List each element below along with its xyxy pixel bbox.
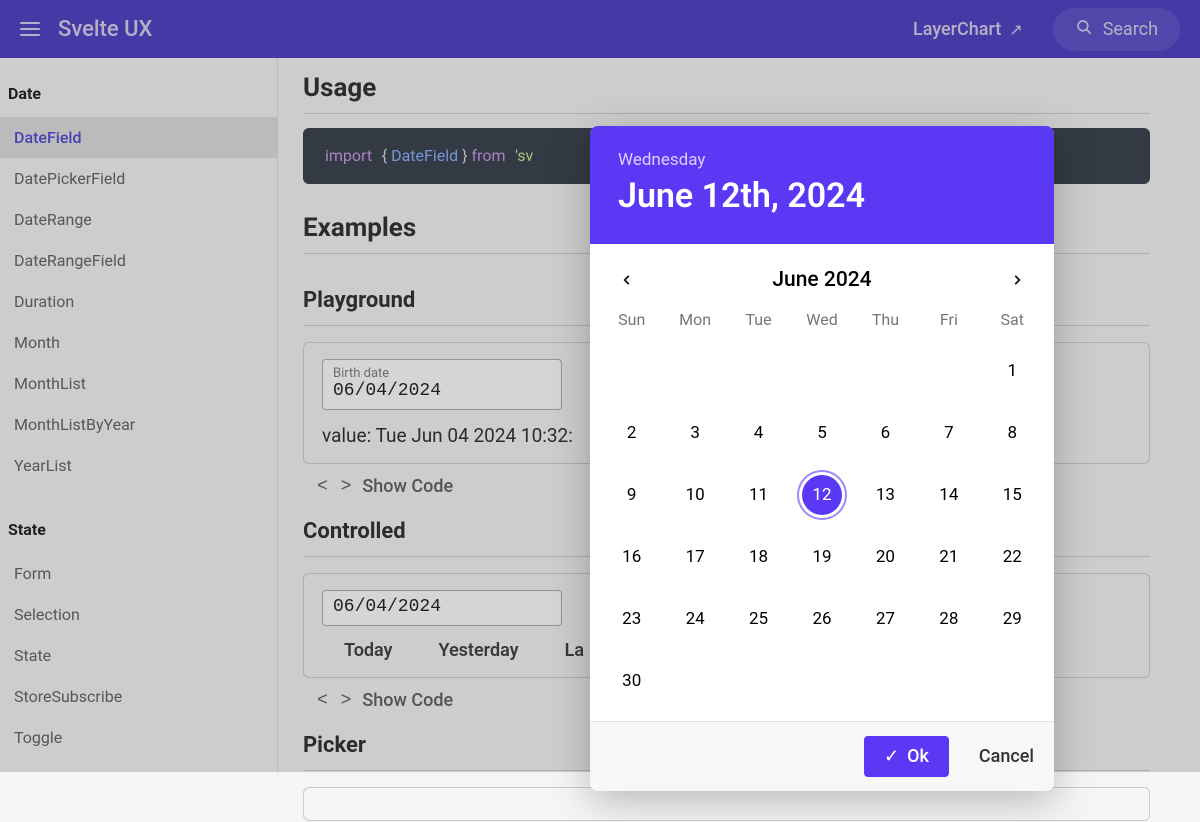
dp-day[interactable]: 7 [917,413,980,453]
dp-day[interactable]: 5 [790,413,853,453]
dp-dow: Wed [790,310,853,329]
ok-button[interactable]: ✓ Ok [864,736,949,777]
dp-day-empty [854,661,917,701]
datepicker-header: Wednesday June 12th, 2024 [590,126,1054,244]
dp-day[interactable]: 23 [600,599,663,639]
dp-day[interactable]: 19 [790,537,853,577]
dp-day-empty [981,661,1044,701]
dp-day-empty [663,661,726,701]
datepicker-dialog: Wednesday June 12th, 2024 June 2024 SunM… [590,126,1054,791]
dp-day-empty [727,351,790,391]
dp-day[interactable]: 26 [790,599,853,639]
check-icon: ✓ [884,746,899,767]
dp-day-empty [727,661,790,701]
dp-day[interactable]: 30 [600,661,663,701]
dp-day-empty [790,351,853,391]
dp-grid-wrap: SunMonTueWedThuFriSat1234567891011121314… [590,304,1054,721]
cancel-button[interactable]: Cancel [979,746,1034,767]
dp-dow: Thu [854,310,917,329]
dp-day[interactable]: 9 [600,475,663,515]
ok-label: Ok [907,746,929,767]
dp-day-empty [854,351,917,391]
dp-date: June 12th, 2024 [618,176,1026,216]
next-month-button[interactable] [1002,262,1032,298]
dp-day[interactable]: 13 [854,475,917,515]
dp-day[interactable]: 3 [663,413,726,453]
dp-day[interactable]: 20 [854,537,917,577]
dp-dow: Tue [727,310,790,329]
dp-dow: Sat [981,310,1044,329]
dp-day[interactable]: 14 [917,475,980,515]
dp-dow: Sun [600,310,663,329]
cancel-label: Cancel [979,746,1034,767]
dp-day[interactable]: 16 [600,537,663,577]
dp-dow: Fri [917,310,980,329]
dp-day[interactable]: 2 [600,413,663,453]
dp-day[interactable]: 22 [981,537,1044,577]
dp-day[interactable]: 21 [917,537,980,577]
dp-month-row: June 2024 [590,244,1054,304]
dp-day[interactable]: 15 [981,475,1044,515]
dp-day-empty [790,661,853,701]
dp-day[interactable]: 11 [727,475,790,515]
dp-day-empty [917,661,980,701]
dp-dow: Mon [663,310,726,329]
dp-day-empty [663,351,726,391]
dp-month-label[interactable]: June 2024 [772,268,871,292]
dp-day[interactable]: 28 [917,599,980,639]
dp-day[interactable]: 18 [727,537,790,577]
dp-day-empty [600,351,663,391]
dp-day[interactable]: 4 [727,413,790,453]
dp-footer: ✓ Ok Cancel [590,721,1054,791]
dp-day[interactable]: 29 [981,599,1044,639]
dp-grid: SunMonTueWedThuFriSat1234567891011121314… [600,310,1044,701]
picker-panel [303,787,1150,821]
dp-day[interactable]: 17 [663,537,726,577]
dp-day[interactable]: 10 [663,475,726,515]
dp-day[interactable]: 24 [663,599,726,639]
dp-weekday: Wednesday [618,150,1026,170]
dp-day[interactable]: 1 [981,351,1044,391]
dp-day[interactable]: 8 [981,413,1044,453]
dp-day[interactable]: 12 [790,475,853,515]
dp-day-empty [917,351,980,391]
dp-day[interactable]: 27 [854,599,917,639]
prev-month-button[interactable] [612,262,642,298]
dp-day[interactable]: 6 [854,413,917,453]
dp-day[interactable]: 25 [727,599,790,639]
